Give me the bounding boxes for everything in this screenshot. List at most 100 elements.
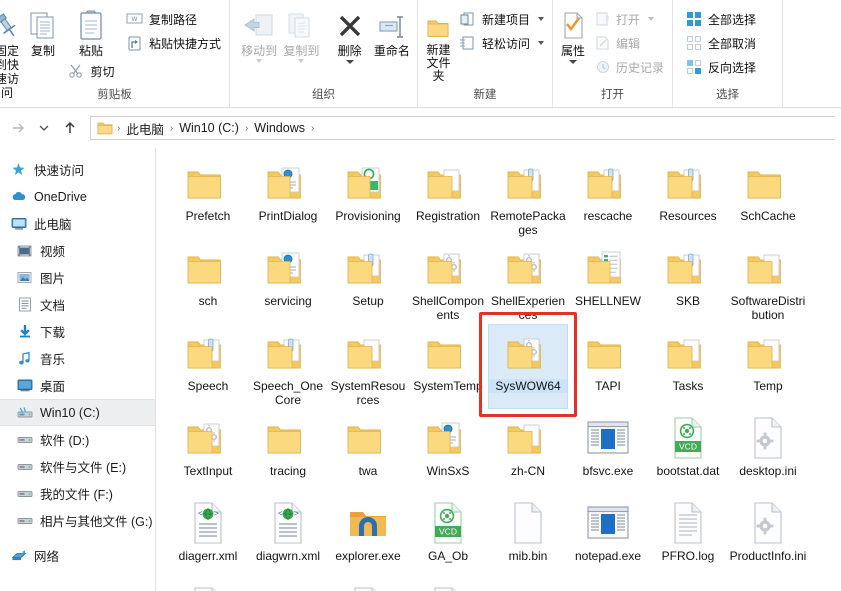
file-tile[interactable]: twa — [328, 409, 408, 494]
up-button[interactable] — [58, 116, 82, 140]
breadcrumb-item-this-pc[interactable]: 此电脑 — [122, 119, 168, 138]
file-tile[interactable]: splwow64.exe — [488, 579, 568, 591]
file-tile[interactable]: SchCache — [728, 154, 808, 239]
file-tile[interactable]: desktop.ini — [728, 409, 808, 494]
address-bar[interactable]: › 此电脑 › Win10 (C:) › Windows › — [90, 116, 835, 140]
sidebar-item-此电脑[interactable]: 此电脑 — [0, 210, 155, 237]
file-tile[interactable]: < > diagerr.xml — [168, 494, 248, 579]
sidebar-item-视频[interactable]: 视频 — [0, 237, 155, 264]
file-tile[interactable]: RemotePackages — [488, 154, 568, 239]
file-tile[interactable]: TextInput — [168, 409, 248, 494]
sidebar-item-快速访问[interactable]: 快速访问 — [0, 156, 155, 183]
sidebar-item-软件与文件e[interactable]: 软件与文件 (E:) — [0, 453, 155, 480]
sidebar-item-win10c[interactable]: Win10 (C:) — [0, 399, 155, 426]
xml-file-icon: <> — [268, 498, 308, 548]
sidebar-item-桌面[interactable]: 桌面 — [0, 372, 155, 399]
sidebar-item-下载[interactable]: 下载 — [0, 318, 155, 345]
file-tile[interactable]: tracing — [248, 409, 328, 494]
file-tile[interactable]: VCD GA_Ob — [408, 494, 488, 579]
breadcrumb-separator: › — [117, 122, 121, 134]
file-tile[interactable]: < > diagwrn.xml — [248, 494, 328, 579]
file-tile[interactable]: PFRO.log — [648, 494, 728, 579]
file-tile[interactable]: regedit.exe — [248, 579, 328, 591]
file-tile[interactable]: PrintDialog — [248, 154, 328, 239]
file-tile[interactable]: sch — [168, 239, 248, 324]
easy-access-button[interactable]: 轻松访问 — [455, 31, 548, 55]
file-tile[interactable]: zh-CN — [488, 409, 568, 494]
file-tile[interactable]: ShellComponents — [408, 239, 488, 324]
delete-caret-icon[interactable] — [345, 60, 354, 64]
file-tile[interactable]: explorer.exe — [328, 494, 408, 579]
edit-button[interactable]: 编辑 — [589, 31, 668, 55]
file-tile[interactable]: ProductInfo.ini — [728, 494, 808, 579]
file-tile[interactable]: WinSxS — [408, 409, 488, 494]
delete-button[interactable]: 删除 — [329, 5, 371, 64]
properties-caret-icon[interactable] — [569, 60, 577, 64]
select-none-button[interactable]: 全部取消 — [681, 31, 760, 55]
breadcrumb-item-win10-c[interactable]: Win10 (C:) — [175, 121, 243, 135]
file-tile[interactable]: setupact.log — [328, 579, 408, 591]
file-tile[interactable]: Speech — [168, 324, 248, 409]
file-tile[interactable]: Speech_OneCore — [248, 324, 328, 409]
sidebar-item-相片与其他文件g[interactable]: 相片与其他文件 (G:) — [0, 507, 155, 534]
file-tile[interactable]: TAPI — [568, 324, 648, 409]
pin-to-quick-access-button[interactable]: 固定到快速访问 — [0, 5, 24, 100]
file-list-pane[interactable]: Prefetch PrintDialog Provisioning Registrat… — [156, 148, 841, 591]
sidebar-item-软件d[interactable]: 软件 (D:) — [0, 426, 155, 453]
back-button[interactable] — [6, 116, 30, 140]
sidebar-item-图片[interactable]: 图片 — [0, 264, 155, 291]
file-tile[interactable]: SKB — [648, 239, 728, 324]
copy-to-button[interactable]: 复制到 — [280, 5, 322, 63]
file-tile[interactable]: SoftwareDistribution — [728, 239, 808, 324]
cut-button[interactable]: 剪切 — [63, 59, 118, 83]
open-button[interactable]: 打开 — [589, 7, 668, 31]
file-tile[interactable]: bfsvc.exe — [568, 409, 648, 494]
open-caret-icon[interactable] — [648, 17, 655, 21]
sidebar-item-文档[interactable]: 文档 — [0, 291, 155, 318]
sidebar-item-我的文件f[interactable]: 我的文件 (F:) — [0, 480, 155, 507]
copy-path-button[interactable]: W 复制路径 — [122, 7, 225, 31]
file-tile[interactable]: Provisioning — [328, 154, 408, 239]
file-tile[interactable]: notepad.exe — [568, 494, 648, 579]
file-tile[interactable]: Temp — [728, 324, 808, 409]
file-tile[interactable]: mib.bin — [488, 494, 568, 579]
easy-access-caret-icon[interactable] — [538, 41, 544, 45]
properties-button[interactable]: 属性 — [559, 5, 587, 64]
file-tile[interactable]: servicing — [248, 239, 328, 324]
rename-button[interactable]: 重命名 — [371, 5, 413, 58]
file-tile[interactable]: VCD bootstat.dat — [648, 409, 728, 494]
file-tile[interactable]: rescache — [568, 154, 648, 239]
invert-selection-button[interactable]: 反向选择 — [681, 55, 760, 79]
new-folder-button[interactable]: 新建文件夹 — [424, 5, 453, 83]
file-tile[interactable]: Resources — [648, 154, 728, 239]
new-item-button[interactable]: 新建项目 — [455, 7, 548, 31]
sidebar-item-网络[interactable]: 网络 — [0, 542, 155, 569]
file-tile[interactable]: SystemTemp — [408, 324, 488, 409]
select-all-button[interactable]: 全部选择 — [681, 7, 760, 31]
file-tile[interactable]: <>Professional.xml — [168, 579, 248, 591]
sidebar-item-onedrive[interactable]: OneDrive — [0, 183, 155, 210]
ribbon-group-select: 全部选择 全部取消 反向选择 选择 — [673, 0, 783, 107]
file-tile[interactable]: SystemResources — [328, 324, 408, 409]
paste-button[interactable]: 粘贴 — [62, 5, 120, 58]
recent-locations-button[interactable] — [32, 116, 56, 140]
copy-button[interactable]: 复制 — [24, 5, 62, 58]
new-item-caret-icon[interactable] — [538, 17, 544, 21]
history-button[interactable]: 历史记录 — [589, 55, 668, 79]
file-tile-selected[interactable]: SysWOW64 — [488, 324, 568, 409]
file-tile[interactable]: SHELLNEW — [568, 239, 648, 324]
file-tile[interactable]: Registration — [408, 154, 488, 239]
move-to-button[interactable]: 移动到 — [238, 5, 280, 63]
file-tile[interactable]: ShellExperiences — [488, 239, 568, 324]
file-tile[interactable]: Tasks — [648, 324, 728, 409]
file-tile[interactable]: Setup — [328, 239, 408, 324]
breadcrumb-item-windows[interactable]: Windows — [250, 121, 309, 135]
file-tile[interactable]: Prefetch — [168, 154, 248, 239]
move-to-caret-icon[interactable] — [256, 59, 263, 63]
file-tile[interactable]: setuperr.log — [408, 579, 488, 591]
paste-shortcut-button[interactable]: 粘贴快捷方式 — [122, 31, 225, 55]
file-tile-label: SystemResources — [330, 379, 406, 407]
sidebar-item-音乐[interactable]: 音乐 — [0, 345, 155, 372]
copy-to-caret-icon[interactable] — [298, 59, 305, 63]
properties-icon — [560, 7, 586, 41]
